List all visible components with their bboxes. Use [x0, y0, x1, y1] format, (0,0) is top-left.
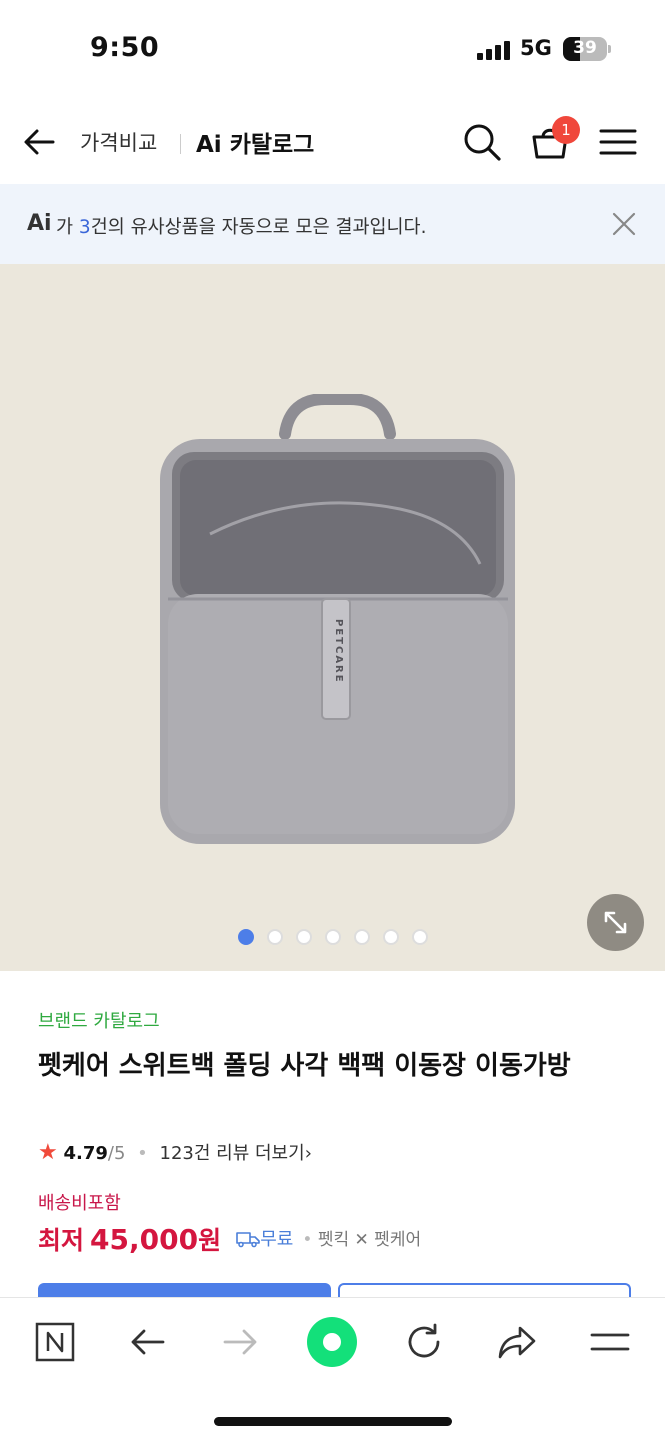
price-compare-link[interactable]: 가격비교	[80, 127, 157, 157]
rating-max: /5	[107, 1143, 126, 1164]
carousel-dot[interactable]	[238, 929, 254, 945]
status-bar: 9:50 5G 39	[0, 0, 665, 100]
forward-icon[interactable]	[218, 1320, 262, 1364]
reviews-link[interactable]: 123건 리뷰 더보기›	[160, 1143, 312, 1164]
price-row: 최저 45,000원 무료 • 펫킥 ✕ 펫케어	[38, 1221, 421, 1257]
signal-icon	[477, 40, 511, 60]
chevron-right-icon: ›	[304, 1143, 312, 1164]
back-arrow-icon[interactable]	[20, 122, 60, 162]
battery-tip	[608, 45, 611, 53]
reviews-link-label: 123건 리뷰 더보기	[159, 1143, 305, 1164]
menu-icon[interactable]	[598, 126, 638, 158]
ai-notice-prefix: 가	[56, 217, 79, 238]
truck-icon	[236, 1232, 260, 1248]
product-image-carousel[interactable]: PETCARE	[0, 264, 665, 971]
price-value: 45,000	[90, 1223, 199, 1256]
product-title: 펫케어 스위트백 폴딩 사각 백팩 이동장 이동가방	[38, 1051, 571, 1081]
carousel-dot[interactable]	[383, 929, 399, 945]
menu-icon[interactable]	[588, 1320, 632, 1364]
separator-dot: •	[137, 1143, 148, 1164]
home-indicator[interactable]	[214, 1417, 452, 1426]
carousel-dot[interactable]	[412, 929, 428, 945]
rating-score: 4.79	[63, 1143, 108, 1164]
close-icon[interactable]	[610, 210, 638, 238]
rating-row: ★ 4.79/5 • 123건 리뷰 더보기›	[38, 1139, 312, 1165]
back-icon[interactable]	[126, 1320, 170, 1364]
seller-label: • 펫킥 ✕ 펫케어	[302, 1230, 422, 1250]
carousel-dot[interactable]	[296, 929, 312, 945]
carousel-dot[interactable]	[354, 929, 370, 945]
status-time: 9:50	[90, 32, 160, 63]
battery-icon: 39	[563, 37, 607, 61]
app-header: 가격비교 Ai 카탈로그 1	[0, 100, 665, 184]
carousel-dot[interactable]	[325, 929, 341, 945]
ai-notice-suffix: 건의 유사상품을 자동으로 모은 결과입니다.	[90, 217, 427, 238]
free-shipping-label: 무료	[260, 1229, 294, 1250]
brand-catalog-link[interactable]: 브랜드 카탈로그	[38, 1007, 160, 1033]
battery-percent: 39	[573, 38, 597, 58]
header-divider	[180, 134, 181, 154]
refresh-icon[interactable]	[402, 1320, 446, 1364]
share-icon[interactable]	[495, 1320, 539, 1364]
carousel-dot[interactable]	[267, 929, 283, 945]
page-title: Ai 카탈로그	[196, 132, 315, 158]
price-label: 최저	[38, 1226, 85, 1255]
ai-logo: Ai	[27, 211, 52, 236]
star-icon: ★	[38, 1140, 58, 1165]
free-shipping: 무료	[236, 1225, 293, 1251]
network-label: 5G	[520, 36, 552, 60]
shipping-included-note: 배송비포함	[38, 1193, 121, 1214]
bag-label: PETCARE	[333, 619, 344, 684]
price-unit: 원	[198, 1226, 222, 1255]
green-dot-icon[interactable]	[306, 1316, 358, 1368]
expand-image-button[interactable]	[587, 894, 644, 951]
expand-icon	[604, 911, 627, 934]
search-icon[interactable]	[460, 120, 504, 164]
naver-home-icon[interactable]	[33, 1320, 77, 1364]
seller-name: 펫킥 ✕ 펫케어	[317, 1230, 422, 1250]
ai-notice-banner: Ai 가 3건의 유사상품을 자동으로 모은 결과입니다.	[0, 184, 665, 264]
product-image: PETCARE	[160, 394, 515, 844]
similar-count: 3	[78, 217, 91, 238]
ai-notice-text: 가 3건의 유사상품을 자동으로 모은 결과입니다.	[56, 213, 426, 239]
cart-count-badge: 1	[552, 116, 580, 144]
